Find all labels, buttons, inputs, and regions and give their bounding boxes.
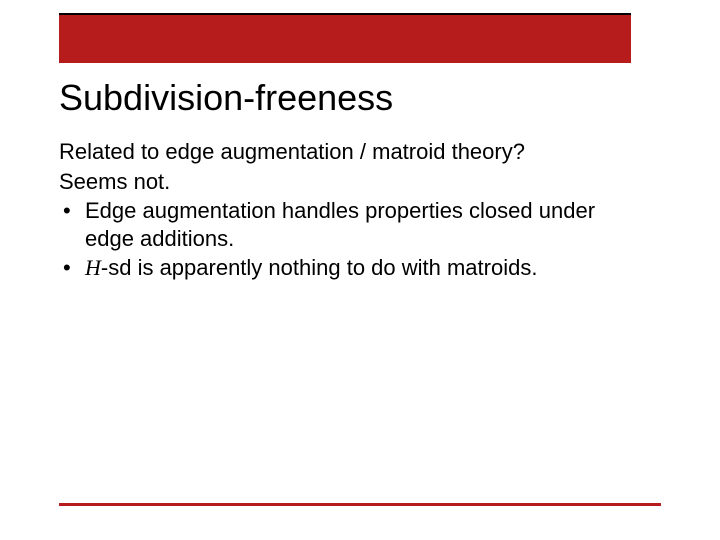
bullet-list: Edge augmentation handles properties clo… bbox=[59, 197, 649, 282]
slide-title: Subdivision-freeness bbox=[59, 78, 393, 118]
slide-body: Related to edge augmentation / matroid t… bbox=[59, 136, 649, 284]
body-line-1: Related to edge augmentation / matroid t… bbox=[59, 138, 649, 166]
bullet-text: -sd is apparently nothing to do with mat… bbox=[101, 255, 538, 280]
bullet-item: Edge augmentation handles properties clo… bbox=[59, 197, 649, 252]
footer-rule bbox=[59, 503, 661, 506]
bullet-italic-prefix: H bbox=[85, 255, 101, 280]
header-band-fill bbox=[59, 15, 631, 63]
slide: Subdivision-freeness Related to edge aug… bbox=[0, 0, 720, 540]
bullet-item: H-sd is apparently nothing to do with ma… bbox=[59, 254, 649, 282]
header-band bbox=[59, 13, 631, 63]
bullet-text: Edge augmentation handles properties clo… bbox=[85, 198, 595, 251]
body-line-2: Seems not. bbox=[59, 168, 649, 196]
